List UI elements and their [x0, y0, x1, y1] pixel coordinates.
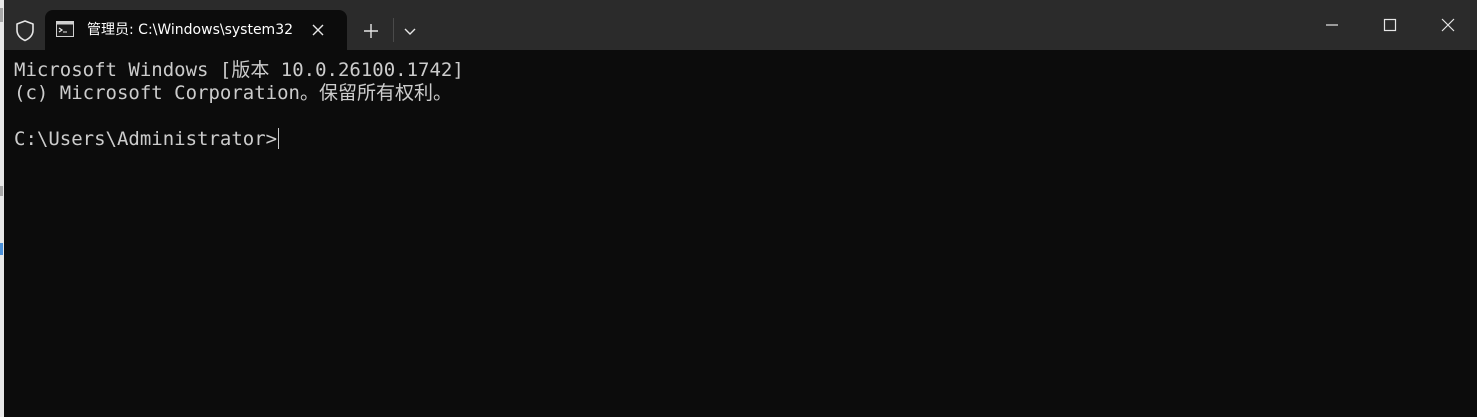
- terminal-line-version: Microsoft Windows [版本 10.0.26100.1742]: [14, 59, 464, 81]
- text-cursor: [278, 128, 280, 149]
- maximize-button[interactable]: [1361, 0, 1419, 48]
- terminal-window: 管理员: C:\Windows\system32 Microsoft Windo…: [4, 0, 1477, 417]
- close-window-button[interactable]: [1419, 0, 1477, 48]
- tab-separator: [393, 18, 394, 42]
- new-tab-button[interactable]: [356, 18, 386, 44]
- profile-dropdown-button[interactable]: [396, 18, 424, 44]
- shield-icon: [12, 18, 38, 44]
- tab-command-prompt[interactable]: 管理员: C:\Windows\system32: [45, 10, 347, 50]
- terminal-line-copyright: (c) Microsoft Corporation。保留所有权利。: [14, 82, 452, 104]
- minimize-icon: [1326, 24, 1338, 26]
- command-prompt-icon: [56, 21, 74, 37]
- title-bar[interactable]: 管理员: C:\Windows\system32: [4, 0, 1477, 50]
- plus-icon: [364, 24, 378, 38]
- tab-close-button[interactable]: [307, 20, 329, 40]
- tab-title: 管理员: C:\Windows\system32: [87, 22, 294, 38]
- minimize-button[interactable]: [1303, 0, 1361, 48]
- maximize-icon: [1383, 18, 1397, 32]
- terminal-prompt-line[interactable]: C:\Users\Administrator>: [14, 128, 1469, 151]
- chevron-down-icon: [404, 28, 416, 35]
- terminal-prompt: C:\Users\Administrator>: [14, 128, 278, 150]
- terminal-output[interactable]: Microsoft Windows [版本 10.0.26100.1742] (…: [14, 59, 1469, 409]
- close-icon: [1441, 18, 1455, 32]
- close-icon: [312, 24, 324, 36]
